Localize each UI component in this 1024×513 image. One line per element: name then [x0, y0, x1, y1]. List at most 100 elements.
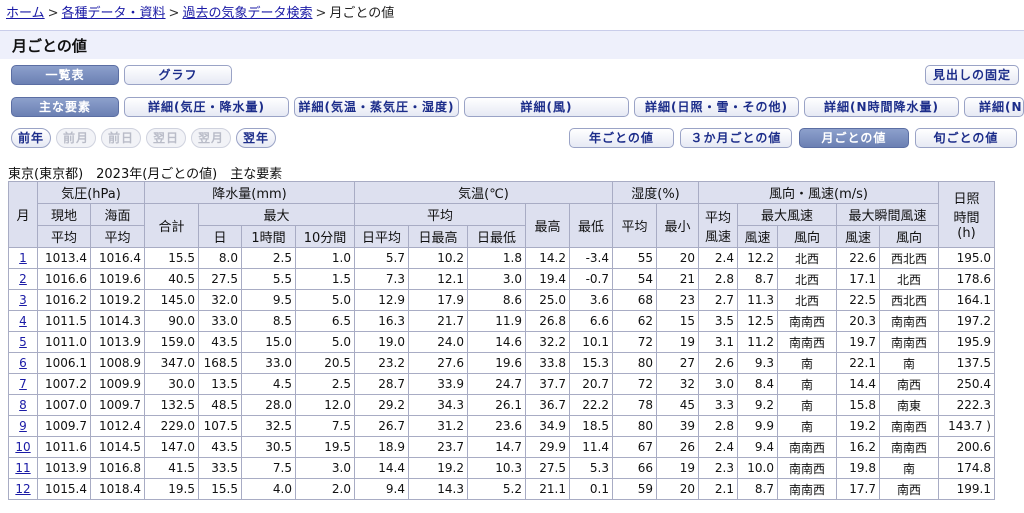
month-link[interactable]: 10 — [15, 440, 30, 454]
month-link[interactable]: 2 — [19, 272, 27, 286]
month-link[interactable]: 12 — [15, 482, 30, 496]
month-link[interactable]: 4 — [19, 314, 27, 328]
table-cell: 北西 — [777, 289, 837, 311]
table-cell: 2.1 — [698, 478, 738, 500]
table-cell: 16.2 — [836, 436, 880, 458]
table-cell: 2.8 — [698, 268, 738, 290]
header-temp-daily-min: 日最低 — [467, 225, 526, 248]
yearly-values-button[interactable]: 年ごとの値 — [569, 128, 674, 148]
table-cell: 33.5 — [198, 457, 242, 479]
breadcrumb-data-link[interactable]: 各種データ・資料 — [62, 6, 166, 21]
month-cell: 8 — [8, 394, 38, 416]
breadcrumb-home-link[interactable]: ホーム — [6, 6, 45, 21]
table-cell: 0.1 — [569, 478, 613, 500]
month-cell: 7 — [8, 373, 38, 395]
table-cell: 28.0 — [241, 394, 296, 416]
month-cell: 2 — [8, 268, 38, 290]
tab-detail-wind[interactable]: 詳細(風) — [464, 97, 629, 117]
table-cell: 174.8 — [938, 457, 995, 479]
table-cell: 3.0 — [467, 268, 526, 290]
table-cell: 195.9 — [938, 331, 995, 353]
month-link[interactable]: 6 — [19, 356, 27, 370]
tab-detail-more[interactable]: 詳細(N — [964, 97, 1024, 117]
prev-day-button: 前日 — [101, 128, 141, 148]
tab-detail-temp-humidity[interactable]: 詳細(気温・蒸気圧・湿度) — [294, 97, 459, 117]
month-link[interactable]: 9 — [19, 419, 27, 433]
table-cell: 27 — [656, 352, 699, 374]
tab-main-elements[interactable]: 主な要素 — [11, 97, 119, 117]
table-cell: 33.0 — [198, 310, 242, 332]
table-cell: 6.6 — [569, 310, 613, 332]
table-cell: 14.3 — [408, 478, 468, 500]
table-cell: 145.0 — [144, 289, 199, 311]
header-wind-average-line1: 平均 — [704, 210, 731, 226]
table-cell: 22.6 — [836, 247, 880, 269]
table-cell: 5.7 — [354, 247, 409, 269]
month-link[interactable]: 8 — [19, 398, 27, 412]
breadcrumb-search-link[interactable]: 過去の気象データ検索 — [182, 6, 312, 21]
table-cell: 11.3 — [737, 289, 778, 311]
fix-header-button[interactable]: 見出しの固定 — [925, 65, 1019, 85]
table-cell: 2.4 — [698, 247, 738, 269]
month-link[interactable]: 7 — [19, 377, 27, 391]
table-cell: 23 — [656, 289, 699, 311]
table-cell: 19.0 — [354, 331, 409, 353]
table-cell: 1007.0 — [37, 394, 91, 416]
breadcrumb-separator: > — [168, 6, 180, 21]
table-cell: 14.4 — [836, 373, 880, 395]
monthly-values-button[interactable]: 月ごとの値 — [799, 128, 909, 148]
month-link[interactable]: 1 — [19, 251, 27, 265]
month-cell: 9 — [8, 415, 38, 437]
table-cell: 1016.6 — [37, 268, 91, 290]
table-cell: 33.8 — [525, 352, 570, 374]
three-month-values-button[interactable]: ３か月ごとの値 — [680, 128, 792, 148]
tab-graph-view[interactable]: グラフ — [124, 65, 232, 85]
table-cell: 8.4 — [737, 373, 778, 395]
table-cell: 1009.7 — [37, 415, 91, 437]
prev-year-button[interactable]: 前年 — [11, 128, 51, 148]
table-cell: 26.1 — [467, 394, 526, 416]
next-year-button[interactable]: 翌年 — [236, 128, 276, 148]
ten-day-values-button[interactable]: 旬ごとの値 — [915, 128, 1017, 148]
tab-detail-pressure-precip[interactable]: 詳細(気圧・降水量) — [124, 97, 289, 117]
tab-detail-sunshine-snow[interactable]: 詳細(日照・雪・その他) — [634, 97, 799, 117]
table-row: 10 1011.6 1014.5 147.0 43.5 30.5 19.5 18.9 23.7 1… — [8, 436, 995, 458]
tab-table-view[interactable]: 一覧表 — [11, 65, 119, 85]
table-cell: 40.5 — [144, 268, 199, 290]
table-cell: 32.5 — [241, 415, 296, 437]
table-cell: 3.3 — [698, 394, 738, 416]
header-precip-max-day: 日 — [198, 225, 242, 248]
table-cell: 229.0 — [144, 415, 199, 437]
table-cell: 7.5 — [241, 457, 296, 479]
header-sea-pressure: 海面 — [90, 203, 145, 226]
month-cell: 1 — [8, 247, 38, 269]
table-cell: 2.6 — [698, 352, 738, 374]
table-row: 7 1007.2 1009.9 30.0 13.5 4.5 2.5 28.7 33.9 24.7 3… — [8, 373, 995, 395]
table-cell: 32.0 — [198, 289, 242, 311]
table-cell: 2.8 — [698, 415, 738, 437]
table-cell: 19.2 — [836, 415, 880, 437]
table-cell: 南 — [777, 352, 837, 374]
table-cell: 43.5 — [198, 436, 242, 458]
table-cell: 1013.4 — [37, 247, 91, 269]
month-link[interactable]: 3 — [19, 293, 27, 307]
table-cell: 5.2 — [467, 478, 526, 500]
table-cell: 20.5 — [295, 352, 355, 374]
table-cell: 48.5 — [198, 394, 242, 416]
month-link[interactable]: 5 — [19, 335, 27, 349]
table-cell: 1011.6 — [37, 436, 91, 458]
table-cell: 9.2 — [737, 394, 778, 416]
header-max-wind: 最大風速 — [737, 203, 837, 226]
table-cell: 62 — [612, 310, 657, 332]
table-cell: 北西 — [777, 268, 837, 290]
table-cell: 9.5 — [241, 289, 296, 311]
table-cell: 199.1 — [938, 478, 995, 500]
table-cell: 29.2 — [354, 394, 409, 416]
table-row: 2 1016.6 1019.6 40.5 27.5 5.5 1.5 7.3 12.1 3.0 19.… — [8, 268, 995, 290]
header-temp-daily-avg: 日平均 — [354, 225, 409, 248]
table-cell: 72 — [612, 331, 657, 353]
tab-detail-n-hour-precip[interactable]: 詳細(N時間降水量) — [804, 97, 959, 117]
table-cell: 1015.4 — [37, 478, 91, 500]
month-link[interactable]: 11 — [15, 461, 30, 475]
header-humidity-average: 平均 — [612, 203, 657, 248]
